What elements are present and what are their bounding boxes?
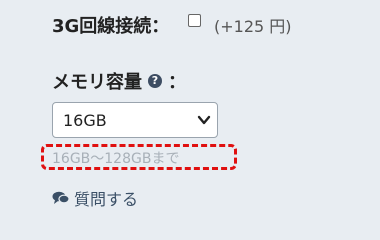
option-3g-row: 3G回線接続： (+125 円) bbox=[52, 10, 372, 37]
ask-question-label: 質問する bbox=[74, 190, 139, 209]
option-3g-checkbox[interactable] bbox=[188, 14, 201, 27]
speech-bubbles-icon bbox=[52, 191, 70, 204]
memory-range-hint: 16GB〜128GBまで bbox=[52, 151, 180, 167]
memory-label: メモリ容量 bbox=[52, 72, 142, 93]
memory-label-row: メモリ容量 ? ： bbox=[52, 68, 186, 94]
question-circle-icon[interactable]: ? bbox=[148, 74, 162, 88]
option-3g-label: 3G回線接続： bbox=[52, 16, 170, 37]
option-3g-price: (+125 円) bbox=[214, 17, 292, 36]
memory-select[interactable]: 16GB bbox=[52, 102, 218, 138]
memory-label-colon: ： bbox=[168, 72, 186, 93]
memory-select-value: 16GB bbox=[63, 111, 107, 130]
ask-question-link[interactable]: 質問する bbox=[52, 186, 138, 210]
chevron-down-icon bbox=[197, 115, 211, 125]
